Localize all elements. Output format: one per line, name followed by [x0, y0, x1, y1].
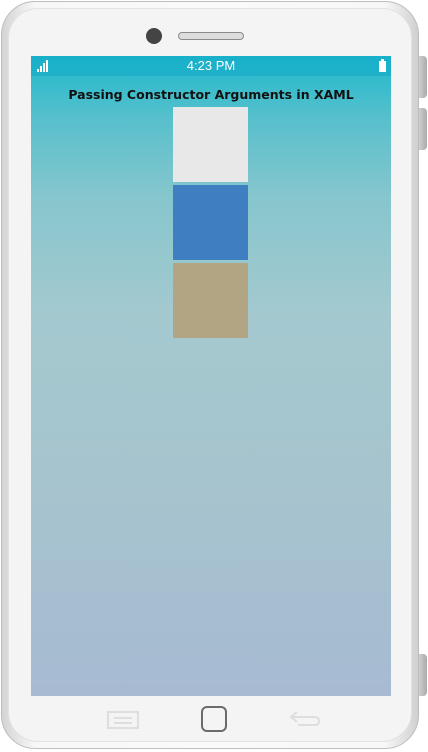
color-box-tan: [173, 263, 248, 338]
earpiece-speaker: [178, 32, 244, 40]
color-box-blue: [173, 185, 248, 260]
front-camera: [146, 28, 162, 44]
status-bar: 4:23 PM: [31, 56, 391, 76]
menu-icon[interactable]: [107, 709, 139, 729]
status-time: 4:23 PM: [186, 58, 236, 73]
page-title: Passing Constructor Arguments in XAML: [68, 87, 354, 102]
volume-up-button[interactable]: [419, 56, 427, 98]
screen: 4:23 PM Passing Constructor Arguments in…: [31, 56, 391, 696]
power-button[interactable]: [419, 654, 427, 696]
volume-down-button[interactable]: [419, 108, 427, 150]
home-icon[interactable]: [200, 705, 228, 733]
back-icon[interactable]: [288, 710, 322, 728]
battery-icon: [379, 59, 386, 72]
color-box-light-gray: [173, 107, 248, 182]
